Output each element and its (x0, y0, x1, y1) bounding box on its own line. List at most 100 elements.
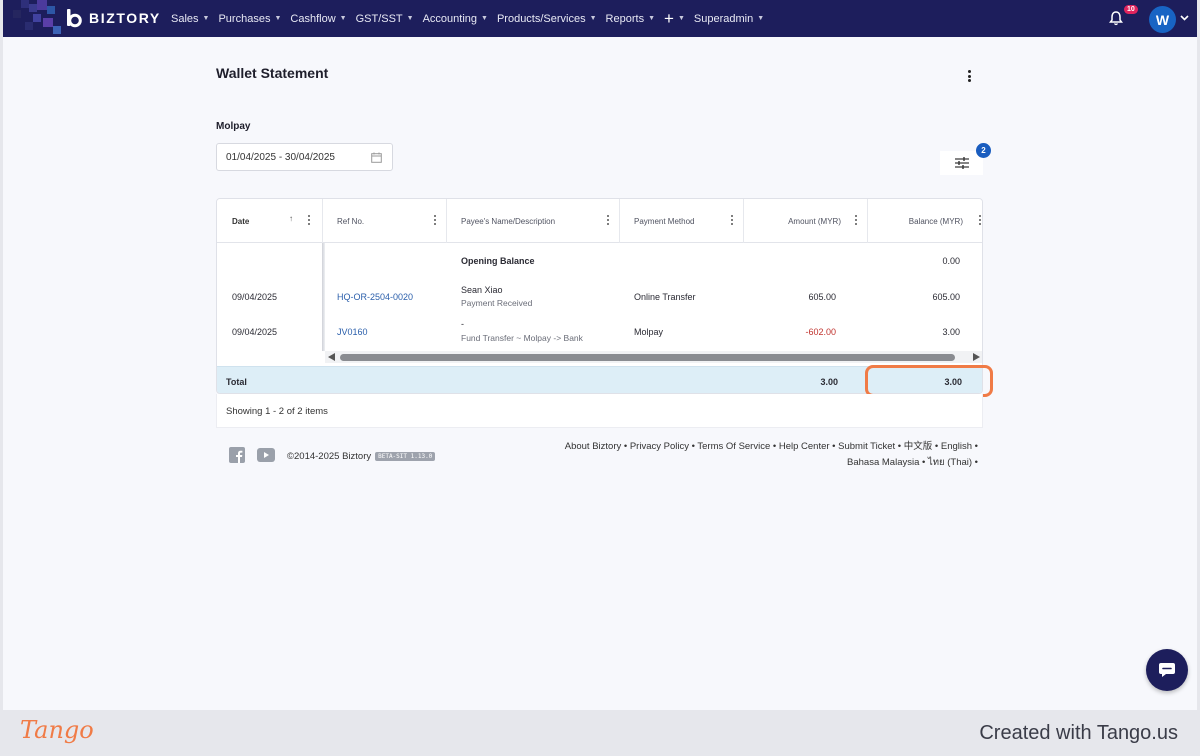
row-amount: 605.00 (808, 292, 836, 302)
chevron-down-icon[interactable] (1180, 13, 1189, 22)
pagination-info: Showing 1 - 2 of 2 items (216, 394, 983, 428)
app-logo[interactable]: BIZTORY (65, 8, 161, 28)
menu-label: Sales (171, 12, 199, 25)
horizontal-scrollbar[interactable] (325, 351, 982, 363)
menu-reports[interactable]: Reports ▼ (606, 13, 655, 25)
column-menu-icon[interactable] (607, 215, 610, 225)
bell-icon[interactable] (1108, 10, 1124, 26)
menu-purchases[interactable]: Purchases ▼ (218, 13, 281, 25)
menu-cashflow[interactable]: Cashflow ▼ (290, 13, 346, 25)
column-label: Ref No. (337, 217, 365, 226)
row-ref-link[interactable]: HQ-OR-2504-0020 (337, 292, 413, 302)
column-menu-icon[interactable] (855, 215, 858, 225)
column-header-ref-no[interactable]: Ref No. (323, 199, 447, 243)
menu-label: GST/SST (355, 12, 403, 25)
chat-button[interactable] (1146, 649, 1188, 691)
copyright-text: ©2014-2025 Biztory (287, 451, 372, 462)
row-description: Fund Transfer ~ Molpay -> Bank (461, 333, 583, 343)
column-header-payee[interactable]: Payee's Name/Description (447, 199, 620, 243)
chat-icon (1159, 663, 1175, 677)
app-name: BIZTORY (89, 10, 161, 26)
column-label: Balance (MYR) (908, 217, 963, 226)
tango-credit-text: Created with Tango.us (979, 722, 1178, 744)
total-amount: 3.00 (820, 377, 838, 387)
menu-label: Reports (605, 12, 645, 25)
menu-accounting[interactable]: Accounting ▼ (423, 13, 488, 25)
menu-quick-add[interactable]: + ▼ (664, 9, 685, 28)
more-options-icon[interactable] (963, 69, 975, 83)
column-menu-icon[interactable] (979, 215, 982, 225)
tango-credit-bar: Tango Created with Tango.us (0, 710, 1200, 756)
version-badge: BETA-SIT 1.13.0 (375, 452, 436, 461)
row-date: 09/04/2025 (232, 327, 278, 337)
page-title: Wallet Statement (216, 65, 329, 81)
plus-icon: + (664, 9, 674, 28)
statement-table: Date ↑ Ref No. Payee's Name/Description … (216, 198, 983, 394)
column-label: Payee's Name/Description (461, 217, 556, 226)
chevron-down-icon: ▼ (274, 15, 282, 22)
copyright: ©2014-2025 Biztory BETA-SIT 1.13.0 (287, 451, 436, 462)
row-payee: - (461, 319, 464, 329)
column-header-amount[interactable]: Amount (MYR) (744, 199, 868, 243)
chevron-down-icon: ▼ (339, 15, 347, 22)
main-menu: Sales ▼ Purchases ▼ Cashflow ▼ GST/SST ▼ Acc… (171, 0, 764, 37)
chevron-down-icon: ▼ (406, 15, 414, 22)
tango-logo: Tango (20, 716, 94, 744)
row-payment-method: Online Transfer (634, 292, 696, 302)
opening-balance-label: Opening Balance (461, 256, 535, 266)
menu-gst-sst[interactable]: GST/SST ▼ (356, 13, 414, 25)
scroll-right-icon[interactable] (973, 353, 980, 361)
date-range-picker[interactable]: 01/04/2025 - 30/04/2025 (216, 143, 393, 171)
row-payment-method: Molpay (634, 327, 664, 337)
chevron-down-icon: ▼ (589, 15, 597, 22)
column-menu-icon[interactable] (434, 215, 437, 225)
row-payee: Sean Xiao (461, 285, 503, 295)
menu-label: Superadmin (693, 12, 754, 25)
column-menu-icon[interactable] (731, 215, 734, 225)
sliders-icon (954, 157, 969, 169)
table-header: Date ↑ Ref No. Payee's Name/Description … (217, 199, 982, 243)
row-ref-link[interactable]: JV0160 (337, 327, 368, 337)
account-name: Molpay (216, 121, 251, 132)
menu-sales[interactable]: Sales ▼ (171, 13, 209, 25)
column-label: Payment Method (634, 217, 695, 226)
chevron-down-icon: ▼ (677, 15, 685, 22)
menu-label: Cashflow (290, 12, 336, 25)
date-range-value: 01/04/2025 - 30/04/2025 (226, 152, 335, 163)
pinned-column-divider (322, 243, 325, 351)
footer-links-line-1[interactable]: About Biztory • Privacy Policy • Terms O… (543, 439, 978, 455)
footer-links-line-2[interactable]: Bahasa Malaysia • ไทย (Thai) • (543, 455, 978, 471)
column-header-balance[interactable]: Balance (MYR) (868, 199, 982, 243)
chevron-down-icon: ▼ (202, 15, 210, 22)
row-description: Payment Received (461, 298, 533, 308)
chevron-down-icon: ▼ (648, 15, 656, 22)
column-header-payment-method[interactable]: Payment Method (620, 199, 744, 243)
column-header-date[interactable]: Date ↑ (217, 199, 323, 243)
top-nav-bar: BIZTORY Sales ▼ Purchases ▼ Cashflow ▼ GST/… (3, 0, 1197, 37)
menu-label: Purchases (218, 12, 271, 25)
scroll-left-icon[interactable] (328, 353, 335, 361)
sort-ascending-icon[interactable]: ↑ (289, 214, 293, 223)
facebook-icon[interactable] (229, 447, 245, 463)
menu-label: Accounting (422, 12, 478, 25)
row-balance: 605.00 (932, 292, 960, 302)
row-balance: 3.00 (942, 327, 960, 337)
page-content: Wallet Statement Molpay 01/04/2025 - 30/… (3, 37, 1197, 710)
avatar[interactable]: W (1149, 6, 1176, 33)
menu-superadmin[interactable]: Superadmin ▼ (694, 13, 764, 25)
row-date: 09/04/2025 (232, 292, 278, 302)
tango-highlight-box (865, 365, 993, 397)
scrollbar-thumb[interactable] (340, 354, 955, 361)
opening-balance-value: 0.00 (942, 256, 960, 266)
column-menu-icon[interactable] (308, 215, 311, 225)
notification-badge: 10 (1124, 5, 1138, 14)
calendar-icon (371, 152, 382, 163)
biztory-logo-icon (67, 9, 82, 28)
menu-products-services[interactable]: Products/Services ▼ (497, 13, 597, 25)
chevron-down-icon: ▼ (481, 15, 488, 22)
total-label: Total (226, 377, 247, 387)
column-label: Amount (MYR) (788, 217, 841, 226)
youtube-icon[interactable] (257, 448, 275, 462)
column-label: Date (232, 217, 250, 226)
menu-label: Products/Services (496, 12, 586, 25)
